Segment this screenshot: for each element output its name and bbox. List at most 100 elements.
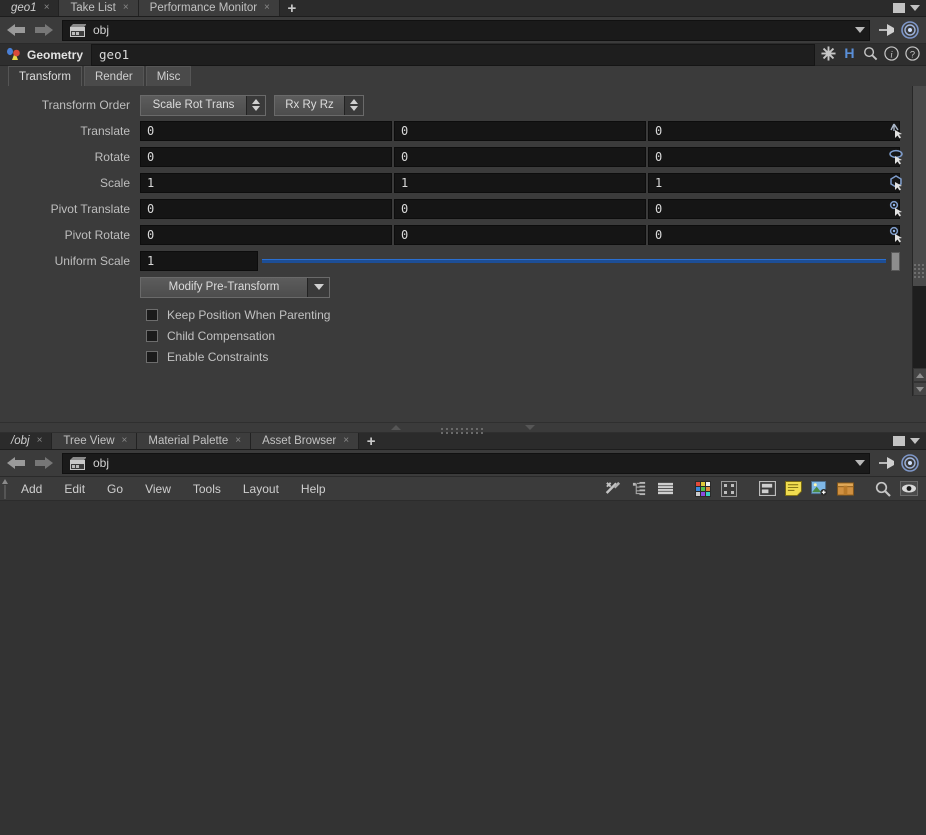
stepper-icon[interactable] <box>344 95 363 115</box>
translate-handle-icon[interactable] <box>886 120 908 142</box>
menu-go[interactable]: Go <box>96 477 134 501</box>
menubar-grip-icon[interactable] <box>0 477 10 501</box>
add-tab-button[interactable]: + <box>279 0 304 16</box>
add-tab-button[interactable]: + <box>359 433 384 449</box>
tab-obj[interactable]: /obj × <box>0 433 53 449</box>
transform-order-rot-menu[interactable]: Rx Ry Rz <box>274 94 364 116</box>
resize-grip-icon[interactable] <box>914 264 924 278</box>
network-canvas[interactable]: Non-Commercial Edition Objects <box>0 501 926 835</box>
checkbox-row-enable-constraints[interactable]: Enable Constraints <box>0 346 926 367</box>
pivot-rotate-z-input[interactable]: 0 <box>648 225 900 245</box>
rotate-x-input[interactable]: 0 <box>140 147 392 167</box>
rotate-handle-icon[interactable] <box>886 146 908 168</box>
houdini-h-icon[interactable]: H <box>842 45 857 64</box>
tab-asset-browser[interactable]: Asset Browser × <box>251 433 360 449</box>
pin-icon[interactable] <box>874 19 898 41</box>
search-icon[interactable] <box>870 477 896 501</box>
maximize-icon[interactable] <box>893 3 905 13</box>
pivot-rotate-handle-icon[interactable] <box>886 224 908 246</box>
translate-z-input[interactable]: 0 <box>648 121 900 141</box>
pin-icon[interactable] <box>874 452 898 474</box>
child-compensation-checkbox[interactable] <box>146 329 158 342</box>
tab-render[interactable]: Render <box>83 66 144 86</box>
rotate-z-input[interactable]: 0 <box>648 147 900 167</box>
enable-constraints-checkbox[interactable] <box>146 350 158 363</box>
pane-menu-icon[interactable] <box>910 5 920 11</box>
tab-misc[interactable]: Misc <box>145 66 192 86</box>
node-name-input[interactable]: geo1 <box>91 43 815 66</box>
menu-layout[interactable]: Layout <box>232 477 290 501</box>
chevron-down-icon[interactable] <box>855 460 865 466</box>
back-arrow-icon[interactable] <box>4 19 30 41</box>
menu-help[interactable]: Help <box>290 477 337 501</box>
menu-add[interactable]: Add <box>10 477 53 501</box>
pivot-rotate-x-input[interactable]: 0 <box>140 225 392 245</box>
help-icon[interactable]: ? <box>905 45 920 64</box>
target-icon[interactable] <box>898 452 922 474</box>
forward-arrow-icon[interactable] <box>30 19 56 41</box>
scrollbar-track[interactable] <box>913 286 926 368</box>
maximize-icon[interactable] <box>893 436 905 446</box>
search-icon[interactable] <box>863 46 878 64</box>
modify-pretransform-menu[interactable]: Modify Pre-Transform <box>140 276 330 298</box>
checkbox-row-child-compensation[interactable]: Child Compensation <box>0 325 926 346</box>
transform-order-srt-menu[interactable]: Scale Rot Trans <box>140 94 266 116</box>
scale-y-input[interactable]: 1 <box>394 173 646 193</box>
checkbox-row-keep-position[interactable]: Keep Position When Parenting <box>0 304 926 325</box>
splitter-grip-icon[interactable] <box>441 424 485 434</box>
path-input[interactable]: obj <box>62 19 870 41</box>
rotate-y-input[interactable]: 0 <box>394 147 646 167</box>
translate-y-input[interactable]: 0 <box>394 121 646 141</box>
tab-take-list[interactable]: Take List × <box>59 0 139 16</box>
tree-layout-icon[interactable] <box>626 477 652 501</box>
scroll-down-button[interactable] <box>913 382 926 396</box>
pivot-translate-z-input[interactable]: 0 <box>648 199 900 219</box>
chevron-down-icon[interactable] <box>307 277 329 297</box>
tab-geo1[interactable]: geo1 × <box>0 0 60 16</box>
pivot-translate-handle-icon[interactable] <box>886 198 908 220</box>
pivot-translate-x-input[interactable]: 0 <box>140 199 392 219</box>
close-icon[interactable]: × <box>123 3 129 13</box>
chevron-down-icon[interactable] <box>855 27 865 33</box>
forward-arrow-icon[interactable] <box>30 452 56 474</box>
list-icon[interactable] <box>652 477 678 501</box>
uniform-scale-input[interactable]: 1 <box>140 251 258 271</box>
menu-edit[interactable]: Edit <box>53 477 96 501</box>
network-box-icon[interactable] <box>754 477 780 501</box>
info-icon[interactable]: i <box>884 45 899 64</box>
stepper-icon[interactable] <box>246 95 265 115</box>
eye-icon[interactable] <box>896 477 922 501</box>
keep-position-checkbox[interactable] <box>146 308 158 321</box>
path-input[interactable]: obj <box>62 452 870 474</box>
gear-icon[interactable] <box>821 45 836 64</box>
scale-x-input[interactable]: 1 <box>140 173 392 193</box>
splitter-collapse-down-icon[interactable] <box>525 425 535 430</box>
menu-tools[interactable]: Tools <box>182 477 232 501</box>
parameter-scrollbar[interactable] <box>912 86 926 396</box>
close-icon[interactable]: × <box>264 3 270 13</box>
scrollbar-thumb[interactable] <box>913 86 926 286</box>
scale-handle-icon[interactable] <box>886 172 908 194</box>
translate-x-input[interactable]: 0 <box>140 121 392 141</box>
close-icon[interactable]: × <box>235 436 241 446</box>
package-icon[interactable] <box>832 477 858 501</box>
tab-tree-view[interactable]: Tree View × <box>52 433 138 449</box>
tab-performance-monitor[interactable]: Performance Monitor × <box>138 0 280 16</box>
close-icon[interactable]: × <box>37 436 43 446</box>
color-palette-icon[interactable] <box>690 477 716 501</box>
splitter-collapse-up-icon[interactable] <box>391 425 401 430</box>
close-icon[interactable]: × <box>122 436 128 446</box>
pane-menu-icon[interactable] <box>910 438 920 444</box>
tab-material-palette[interactable]: Material Palette × <box>137 433 252 449</box>
slider-handle[interactable] <box>891 251 900 271</box>
pane-splitter[interactable] <box>0 422 926 434</box>
close-icon[interactable]: × <box>44 3 50 13</box>
tab-transform[interactable]: Transform <box>8 66 82 86</box>
uniform-scale-slider[interactable] <box>262 251 900 271</box>
scale-z-input[interactable]: 1 <box>648 173 900 193</box>
add-image-icon[interactable] <box>806 477 832 501</box>
back-arrow-icon[interactable] <box>4 452 30 474</box>
pivot-translate-y-input[interactable]: 0 <box>394 199 646 219</box>
menu-view[interactable]: View <box>134 477 182 501</box>
tools-icon[interactable] <box>600 477 626 501</box>
